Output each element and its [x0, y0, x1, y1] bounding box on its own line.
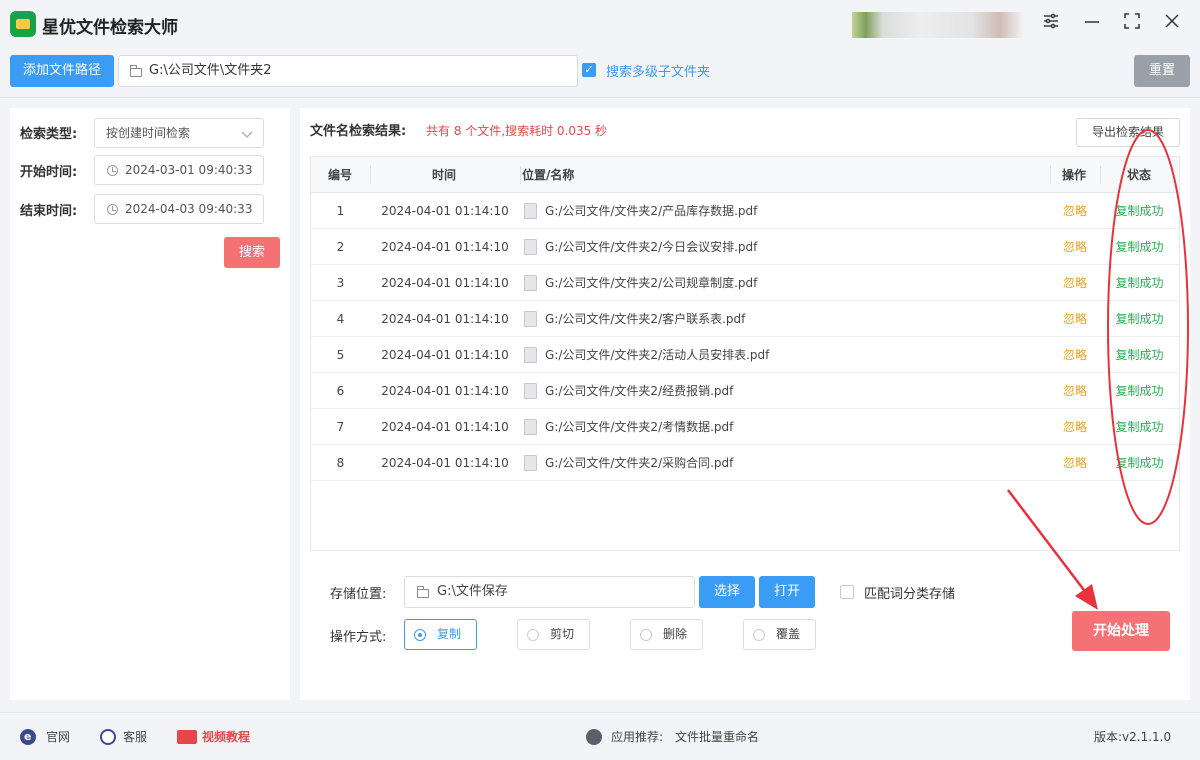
version-label: 版本:v2.1.1.0 — [1094, 730, 1172, 744]
annotation-arrow-line — [1007, 489, 1091, 599]
recommend-app-link[interactable]: 文件批量重命名 — [675, 728, 759, 745]
recommend-label: 应用推荐: — [611, 730, 664, 744]
website-link[interactable]: 官网 — [46, 728, 70, 745]
annotation-overlay — [1007, 129, 1189, 610]
annotation-ellipse — [1107, 129, 1189, 525]
customer-service-link[interactable]: 客服 — [123, 728, 147, 745]
footer: e 官网 客服 视频教程 应用推荐: 文件批量重命名 版本:v2.1.1.0 — [0, 712, 1200, 760]
video-tutorial-link[interactable]: 视频教程 — [202, 728, 250, 745]
website-icon: e — [20, 729, 36, 745]
video-icon — [177, 730, 197, 744]
annotation-arrow-head — [1075, 584, 1098, 610]
customer-service-icon — [100, 729, 116, 745]
link-icon — [586, 729, 602, 745]
